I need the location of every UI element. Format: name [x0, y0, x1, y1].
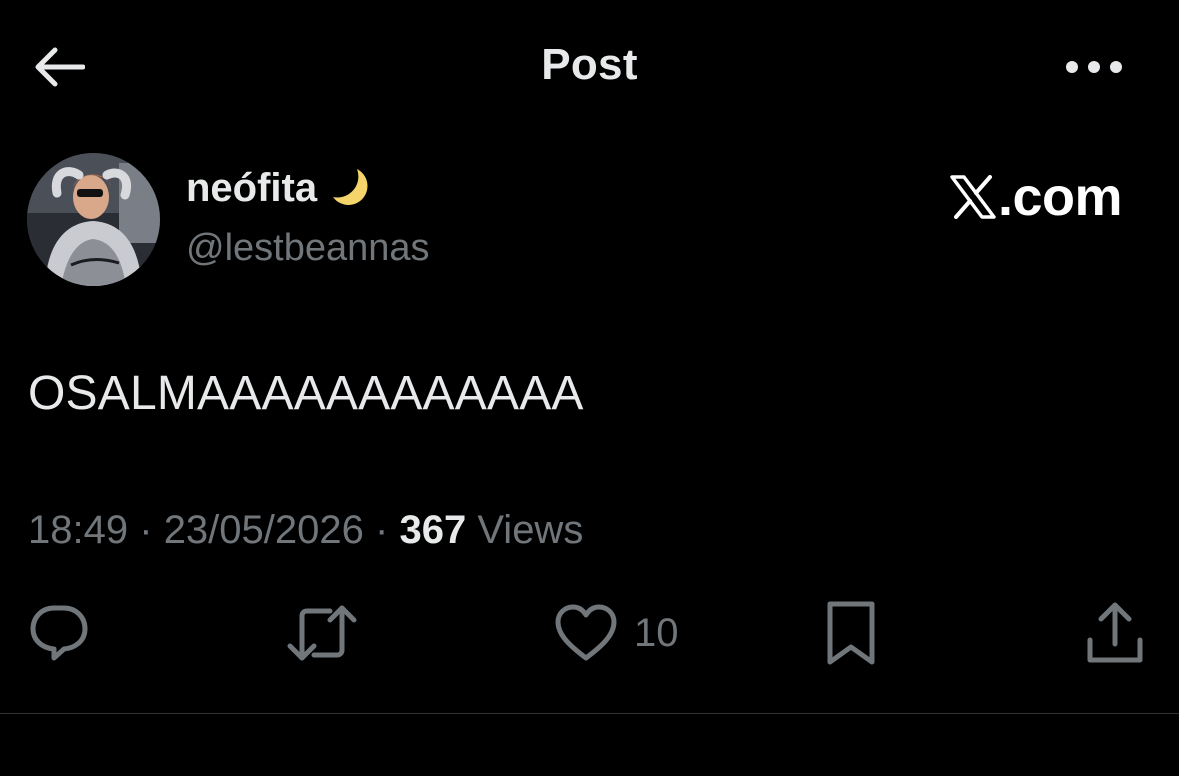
- more-options-button[interactable]: [1062, 52, 1126, 82]
- post-text: OSALMAAAAAAAAAAAA: [28, 367, 584, 420]
- like-count: 10: [634, 610, 679, 655]
- meta-separator: ·: [139, 508, 153, 552]
- x-com-brand: .com: [950, 166, 1123, 228]
- page-title: Post: [541, 40, 638, 89]
- more-horizontal-icon: [1066, 61, 1122, 73]
- reply-button[interactable]: [28, 595, 90, 671]
- bookmark-button[interactable]: [824, 595, 878, 671]
- post-time[interactable]: 18:49: [28, 508, 128, 552]
- heart-icon: [555, 604, 617, 661]
- crescent-moon-icon: [329, 165, 375, 211]
- share-icon: [1087, 602, 1143, 663]
- author-name-row[interactable]: neófita: [186, 165, 375, 211]
- views-count[interactable]: 367: [399, 508, 466, 552]
- avatar-photo: [27, 153, 160, 286]
- reply-icon: [30, 605, 88, 661]
- post-date[interactable]: 23/05/2026: [164, 508, 364, 552]
- share-button[interactable]: [1085, 595, 1145, 671]
- meta-separator: ·: [375, 508, 389, 552]
- like-button[interactable]: 10: [554, 595, 679, 671]
- brand-text: .com: [997, 167, 1123, 227]
- post-metadata: 18:49 · 23/05/2026 · 367 Views: [28, 508, 583, 553]
- x-logo-icon: [950, 175, 996, 219]
- views-label[interactable]: Views: [477, 508, 583, 552]
- user-handle[interactable]: @lestbeannas: [186, 227, 430, 270]
- display-name: neófita: [186, 165, 318, 210]
- avatar[interactable]: [27, 153, 160, 286]
- action-bar: 10: [0, 595, 1179, 675]
- bookmark-icon: [827, 601, 875, 665]
- divider: [0, 713, 1179, 714]
- repost-button[interactable]: [286, 595, 358, 671]
- top-bar: Post: [0, 0, 1179, 130]
- repost-icon: [287, 605, 357, 661]
